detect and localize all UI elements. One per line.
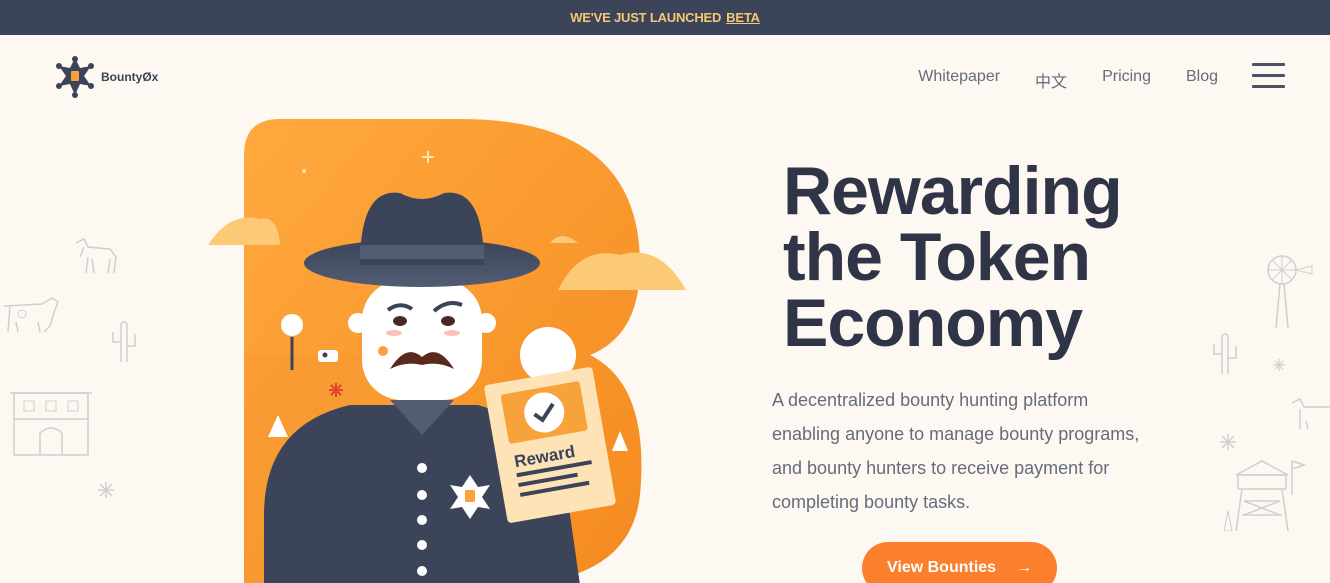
cow-doodle-icon: [3, 297, 59, 333]
windmill-doodle-icon: [1267, 255, 1313, 329]
hero-description: A decentralized bounty hunting platform …: [772, 390, 1140, 512]
logo-text: BountyØx: [101, 70, 159, 84]
hero-title-line-3: Economy: [783, 285, 1083, 361]
arrow-right-icon: →: [1016, 559, 1033, 576]
horse-doodle-icon: [75, 237, 117, 274]
nav-chinese[interactable]: 中文: [1035, 68, 1067, 92]
hero-title-line-2: the Token: [783, 219, 1091, 295]
banner-text: WE'VE JUST LAUNCHED: [570, 10, 722, 25]
sheriff-illustration: Reward: [208, 119, 686, 583]
logo[interactable]: BountyØx: [55, 56, 158, 98]
cow-right-doodle-icon: [1291, 397, 1330, 430]
view-bounties-button[interactable]: View Bounties →: [862, 542, 1057, 583]
nav-pricing[interactable]: Pricing: [1102, 68, 1151, 92]
beta-link[interactable]: BETA: [726, 10, 760, 25]
sparkle-right-doodle-icon: [1273, 359, 1285, 371]
hamburger-menu-icon[interactable]: [1252, 63, 1285, 88]
cactus-doodle-icon: [112, 321, 136, 362]
announcement-banner: WE'VE JUST LAUNCHED BETA: [0, 0, 1330, 35]
view-bounties-label: View Bounties: [887, 559, 997, 576]
watchtower-doodle-icon: [1223, 460, 1307, 531]
star-doodle-icon: [98, 482, 114, 498]
saloon-building-doodle-icon: [10, 392, 92, 456]
hero-title-line-1: Rewarding: [783, 153, 1123, 229]
star-right-doodle-icon: [1220, 434, 1236, 450]
main-nav: Whitepaper 中文 Pricing Blog: [918, 68, 1218, 92]
hero-title: Rewarding the Token Economy: [783, 153, 1203, 361]
sheriff-star-logo-icon: [56, 56, 94, 98]
nav-blog[interactable]: Blog: [1186, 68, 1218, 92]
nav-whitepaper[interactable]: Whitepaper: [918, 68, 1000, 92]
cactus-right-doodle-icon: [1213, 333, 1237, 374]
